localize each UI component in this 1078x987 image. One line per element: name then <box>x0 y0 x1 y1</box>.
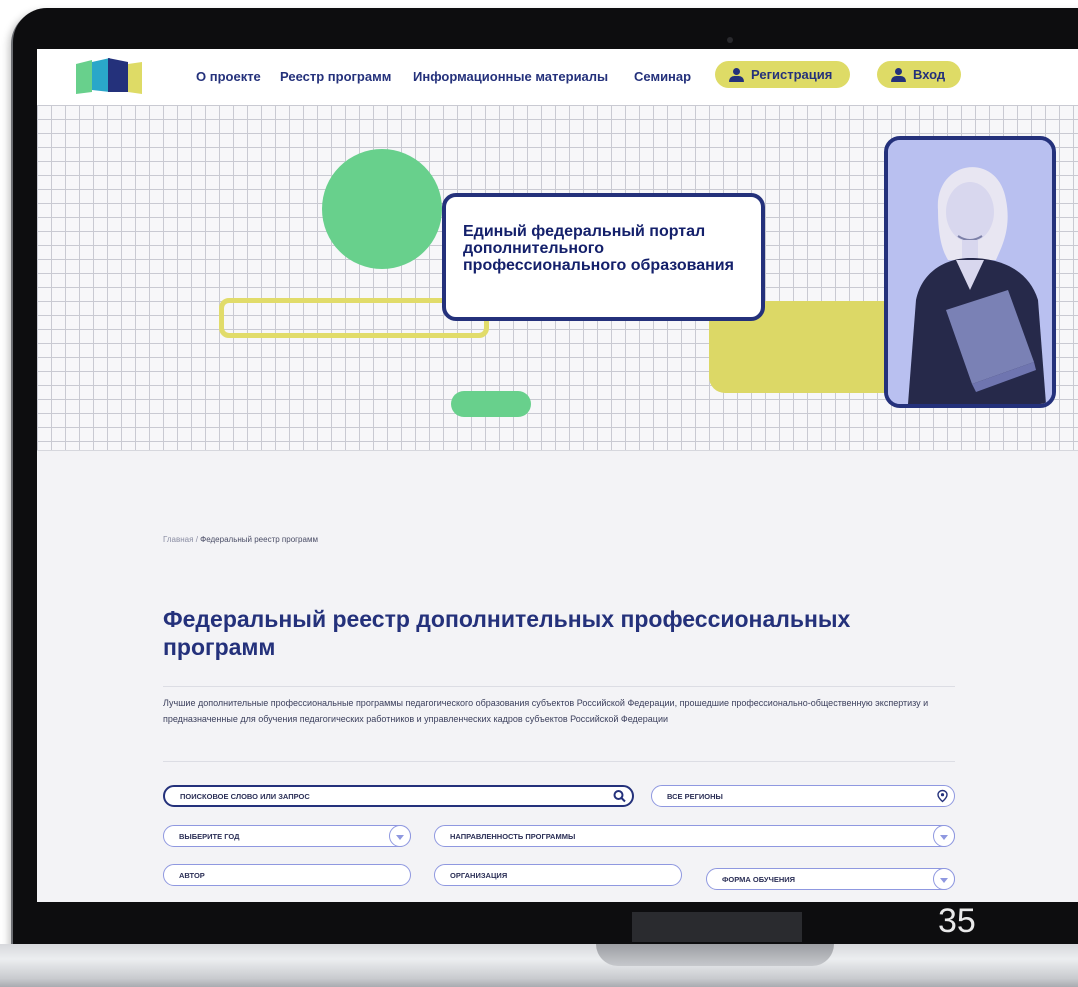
author-input[interactable]: АВТОР <box>163 864 411 886</box>
hero-photo <box>884 136 1056 408</box>
slide-page-number: 35 <box>938 902 976 940</box>
author-input-placeholder: АВТОР <box>179 870 205 880</box>
region-select[interactable]: ВСЕ РЕГИОНЫ <box>651 785 955 807</box>
laptop-base-notch <box>596 944 834 966</box>
decorative-green-pill <box>451 391 531 417</box>
webcam <box>727 37 733 43</box>
hero-title: Единый федеральный портал дополнительног… <box>463 223 734 274</box>
register-button[interactable]: Регистрация <box>715 61 850 88</box>
year-select-value: ВЫБЕРИТЕ ГОД <box>179 831 240 841</box>
decorative-circle <box>322 149 442 269</box>
breadcrumb-home-link[interactable]: Главная <box>163 535 193 544</box>
location-pin-icon <box>937 789 948 803</box>
laptop-base <box>0 944 1078 987</box>
page-title: Федеральный реестр дополнительных профес… <box>163 606 851 660</box>
divider-top <box>163 686 955 687</box>
chevron-down-icon[interactable] <box>933 825 955 847</box>
page-description: Лучшие дополнительные профессиональные п… <box>163 698 929 724</box>
year-select[interactable]: ВЫБЕРИТЕ ГОД <box>163 825 411 847</box>
region-select-value: ВСЕ РЕГИОНЫ <box>667 791 723 801</box>
slide-footer-block <box>632 912 802 942</box>
login-button[interactable]: Вход <box>877 61 961 88</box>
nav-materials-link[interactable]: Информационные материалы <box>413 69 608 84</box>
browser-screen: О проекте Реестр программ Информационные… <box>37 49 1078 902</box>
hero-banner: Единый федеральный портал дополнительног… <box>37 105 1078 451</box>
breadcrumb-separator: / <box>195 535 198 544</box>
logo-book-icon[interactable] <box>74 56 144 96</box>
user-icon <box>891 67 906 82</box>
search-input[interactable]: ПОИСКОВОЕ СЛОВО ИЛИ ЗАПРОС <box>163 785 634 807</box>
study-form-select-value: ФОРМА ОБУЧЕНИЯ <box>722 874 796 884</box>
user-icon <box>729 67 744 82</box>
chevron-down-icon[interactable] <box>933 868 955 890</box>
organization-input-placeholder: ОРГАНИЗАЦИЯ <box>450 870 508 880</box>
breadcrumb: Главная / Федеральный реестр программ <box>163 535 318 544</box>
nav-seminar-link[interactable]: Семинар <box>634 69 691 84</box>
direction-select[interactable]: НАПРАВЛЕННОСТЬ ПРОГРАММЫ <box>434 825 955 847</box>
nav-about-link[interactable]: О проекте <box>196 69 261 84</box>
site-header: О проекте Реестр программ Информационные… <box>37 49 1078 105</box>
breadcrumb-current: Федеральный реестр программ <box>200 535 318 544</box>
divider-bottom <box>163 761 955 762</box>
search-input-placeholder: ПОИСКОВОЕ СЛОВО ИЛИ ЗАПРОС <box>180 791 310 801</box>
search-icon[interactable] <box>613 790 626 803</box>
nav-registry-link[interactable]: Реестр программ <box>280 69 391 84</box>
login-button-label: Вход <box>913 67 946 82</box>
hero-title-card: Единый федеральный портал дополнительног… <box>442 193 765 321</box>
direction-select-value: НАПРАВЛЕННОСТЬ ПРОГРАММЫ <box>450 831 576 841</box>
chevron-down-icon[interactable] <box>389 825 411 847</box>
register-button-label: Регистрация <box>751 67 833 82</box>
study-form-select[interactable]: ФОРМА ОБУЧЕНИЯ <box>706 868 955 890</box>
organization-input[interactable]: ОРГАНИЗАЦИЯ <box>434 864 682 886</box>
woman-portrait-illustration <box>888 140 1052 404</box>
